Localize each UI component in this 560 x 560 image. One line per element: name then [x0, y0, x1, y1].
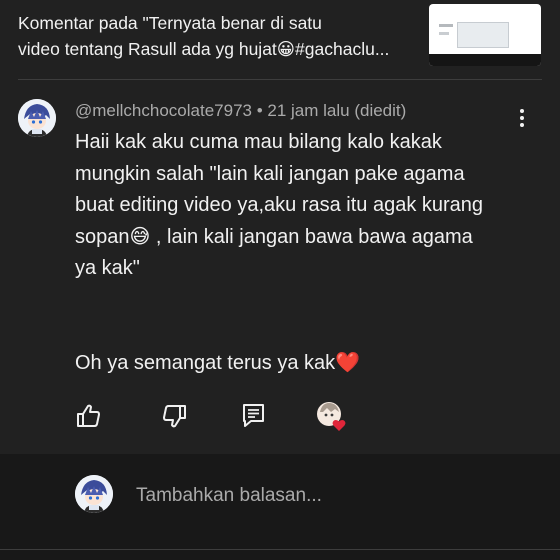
avatar-image — [75, 475, 113, 513]
thumbnail-bottom-bar — [429, 54, 541, 66]
thumbs-down-icon[interactable] — [160, 402, 188, 430]
comment-timestamp: 21 jam lalu (diedit) — [267, 101, 407, 120]
video-title-line-2: video tentang Rasull ada yg hujat😀#gacha… — [18, 39, 390, 59]
creator-heart-icon — [315, 400, 349, 434]
thumbnail-detail — [439, 32, 449, 35]
comment-meta: @mellchchocolate7973 • 21 jam lalu (died… — [75, 101, 406, 121]
avatar[interactable] — [18, 99, 56, 137]
bottom-divider — [0, 549, 560, 550]
comment-line: mungkin salah "lain kali jangan pake aga… — [75, 162, 465, 185]
thumbnail-detail — [457, 22, 509, 48]
reply-input[interactable]: Tambahkan balasan... — [136, 485, 322, 507]
comment-thread-header: Komentar pada "Ternyata benar di satu vi… — [0, 0, 560, 80]
comment-line: ya kak" — [75, 257, 140, 279]
kebab-dot — [520, 109, 524, 113]
comment-line: buat editing video ya,aku rasa itu agak … — [75, 194, 484, 216]
avatar-image — [18, 99, 56, 137]
comment-line: Oh ya semangat terus ya kak❤️ — [75, 352, 361, 374]
avatar — [75, 475, 113, 513]
comment-line: sopan😅 , lain kali jangan bawa bawa agam… — [75, 225, 473, 248]
meta-separator: • — [251, 101, 268, 120]
header-divider — [18, 79, 542, 80]
comment-author[interactable]: @mellchchocolate7973 — [75, 101, 252, 120]
video-title[interactable]: Komentar pada "Ternyata benar di satu vi… — [18, 10, 418, 62]
kebab-dot — [520, 116, 524, 120]
comment-reply-icon[interactable] — [240, 402, 268, 430]
more-options-icon[interactable] — [512, 108, 532, 128]
thumbs-up-icon[interactable] — [75, 402, 103, 430]
comment-body: Haii kak aku cuma mau bilang kalo kakak … — [75, 127, 535, 285]
video-thumbnail[interactable] — [429, 4, 541, 66]
video-title-line-1: Komentar pada "Ternyata benar di satu — [18, 13, 322, 33]
comment-line: Haii kak aku cuma mau bilang kalo kakak — [75, 131, 442, 153]
thumbnail-detail — [439, 24, 453, 27]
